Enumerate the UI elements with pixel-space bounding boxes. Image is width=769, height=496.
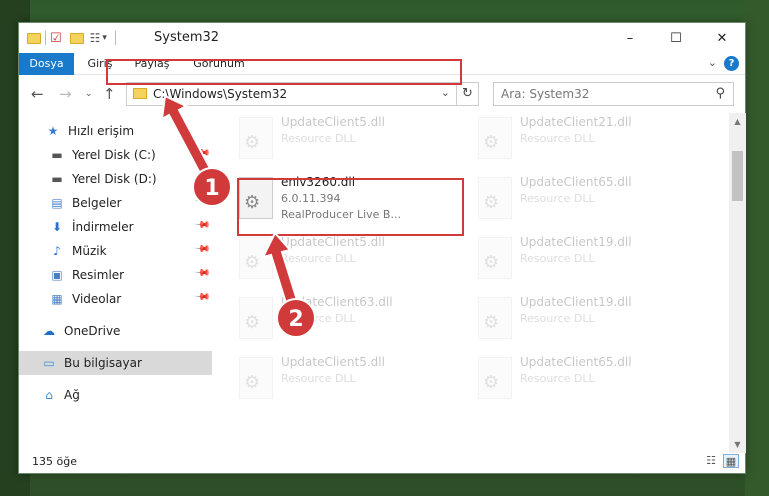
- arrow-1: [160, 94, 214, 179]
- annotation-arrows: [160, 94, 299, 305]
- step-2-badge: 2: [276, 298, 316, 338]
- arrow-2: [261, 231, 299, 305]
- step-1-badge: 1: [192, 167, 232, 207]
